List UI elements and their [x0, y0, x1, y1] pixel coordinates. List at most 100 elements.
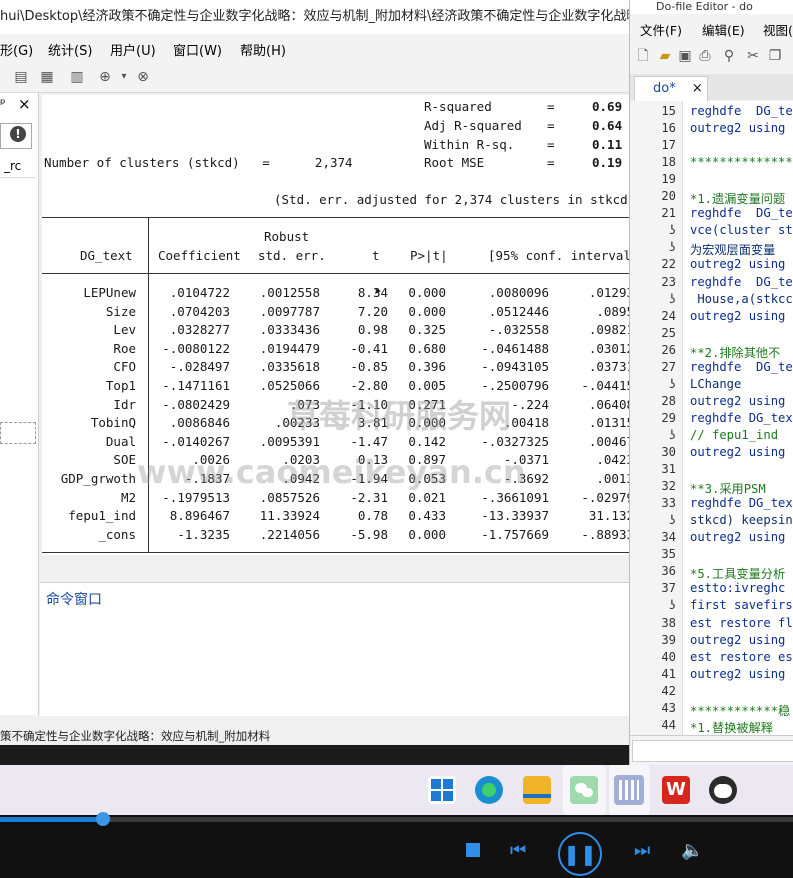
do-menu-edit[interactable]: 编辑(E) [702, 20, 745, 39]
code-line[interactable]: outreg2 using [690, 309, 785, 323]
col-header-depvar: DG_text [80, 248, 133, 263]
row-ci-low: -.032558 [488, 322, 549, 338]
code-line[interactable]: outreg2 using [690, 257, 785, 271]
row-ci-low: .0512446 [488, 303, 549, 319]
code-line[interactable]: reghdfe DG_te [690, 206, 793, 220]
code-line[interactable]: outreg2 using [690, 667, 785, 681]
code-line[interactable]: ************** [690, 155, 793, 169]
close-pane-icon[interactable]: × [18, 95, 31, 113]
code-line[interactable]: estto:ivreghc [690, 581, 785, 595]
code-line[interactable]: House,a(stkcc [690, 292, 792, 306]
code-line[interactable]: 为宏观层面变量 [690, 240, 775, 258]
code-line[interactable]: reghdfe DG_te [690, 275, 793, 289]
code-line[interactable]: outreg2 using [690, 633, 785, 647]
code-line[interactable]: vce(cluster st [690, 223, 793, 237]
row-ci-high: .00467 [588, 433, 634, 449]
code-line[interactable]: *1.遗漏变量问题 [690, 189, 785, 207]
code-line[interactable]: LChange [690, 377, 741, 391]
row-ci-high: 31.132 [588, 508, 634, 524]
stata-window-title: hui\Desktop\经济政策不确定性与企业数字化战略：效应与机制_附加材料\… [0, 9, 634, 24]
do-file-tab[interactable]: do* × [634, 76, 708, 101]
code-line[interactable]: outreg2 using [690, 445, 785, 459]
code-line[interactable]: outreg2 using [690, 530, 785, 544]
row-pvalue: 0.433 [408, 508, 446, 524]
row-variable: Size [105, 303, 136, 319]
line-number: 20 [661, 189, 676, 204]
row-ci-low: -.0943105 [481, 359, 549, 375]
code-line[interactable]: // fepu1_ind [690, 428, 778, 442]
code-line[interactable]: *1.替换被解释 [690, 718, 773, 735]
row-variable: M2 [120, 489, 136, 505]
selected-variable-row[interactable] [0, 422, 36, 444]
cut-icon[interactable]: ✂ [744, 47, 762, 65]
menu-graphics[interactable]: 形(G) [0, 40, 33, 59]
row-variable: Idr [113, 396, 136, 412]
code-line[interactable]: est restore fl [690, 616, 793, 630]
break-icon[interactable]: ⊗ [134, 68, 152, 86]
code-line[interactable]: ************稳 [690, 701, 790, 719]
code-line[interactable]: reghdfe DG_tex [690, 411, 793, 425]
find-icon[interactable]: ⚲ [720, 47, 738, 65]
line-number: 39 [661, 632, 676, 647]
file-explorer-icon[interactable] [523, 776, 551, 804]
menu-statistics[interactable]: 统计(S) [48, 40, 92, 59]
do-menu-file[interactable]: 文件(F) [640, 20, 682, 39]
code-line[interactable]: reghdfe DG_te [690, 104, 793, 118]
line-number: 40 [661, 649, 676, 664]
row-pvalue: 0.325 [408, 322, 446, 338]
print-icon[interactable]: ⎙ [696, 47, 714, 65]
command-window[interactable]: 命令窗口 [40, 582, 634, 716]
col-header-conf-interval: [95% conf. interval] [488, 248, 634, 263]
variables-manager-icon[interactable]: ▥ [68, 68, 86, 86]
windows-taskbar: W [0, 765, 793, 815]
stat-label: Root MSE [424, 155, 485, 170]
copy-icon[interactable]: ❐ [766, 47, 784, 65]
progress-handle[interactable] [96, 812, 111, 826]
row-coefficient: -.0802429 [162, 396, 230, 412]
code-line[interactable]: **2.排除其他不 [690, 343, 780, 361]
panda-app-icon[interactable] [709, 776, 737, 804]
do-editor-body[interactable]: 15 16 17 18 19 20 21 ʖ ʖ 22 23 ʖ 24 25 26 27 ʖ 28 29 ʖ 30 31 3… [630, 101, 793, 735]
code-line[interactable]: *5.工具变量分析 [690, 564, 785, 582]
row-pvalue: 0.000 [408, 526, 446, 542]
line-number: 42 [661, 683, 676, 698]
dropdown-icon[interactable]: ▾ [115, 68, 133, 86]
code-line[interactable]: est restore es [690, 650, 793, 664]
std-err-adjusted-line: (Std. err. adjusted for 2,374 clusters i… [274, 192, 628, 207]
row-ci-high: .09821 [588, 322, 634, 338]
progress-track[interactable] [0, 817, 793, 822]
row-t: -5.98 [350, 526, 388, 542]
code-line[interactable]: reghdfe DG_tex [690, 496, 793, 510]
next-icon[interactable]: ⏭ [634, 840, 650, 861]
video-player-controls [0, 815, 793, 878]
windows-start-icon[interactable] [428, 776, 456, 804]
code-line[interactable]: outreg2 using [690, 121, 785, 135]
volume-icon[interactable]: 🔈 [681, 840, 703, 861]
col-header-stderr: std. err. [258, 248, 326, 263]
menu-user[interactable]: 用户(U) [110, 40, 156, 59]
menu-help[interactable]: 帮助(H) [240, 40, 286, 59]
pause-button[interactable]: ❚❚ [558, 832, 602, 876]
data-browser-icon[interactable]: ▦ [38, 68, 56, 86]
previous-icon[interactable]: ⏮ [510, 840, 526, 861]
row-variable: GDP_grwoth [60, 471, 136, 486]
code-line[interactable]: **3.采用PSM [690, 479, 766, 497]
data-editor-icon[interactable]: ▤ [12, 68, 30, 86]
save-icon[interactable]: ▣ [676, 47, 694, 65]
wps-office-icon[interactable]: W [662, 776, 690, 804]
stop-icon[interactable] [466, 843, 480, 857]
code-line[interactable]: stkcd) keepsin [690, 513, 793, 527]
code-line[interactable]: outreg2 using [690, 394, 785, 408]
stat-label: Adj R-squared [424, 118, 522, 133]
more-icon[interactable]: ⊕ [96, 68, 114, 86]
code-line[interactable]: reghdfe DG_te [690, 360, 793, 374]
code-line[interactable]: first savefirs [690, 598, 793, 612]
stat-value: 0.11 [592, 137, 623, 152]
do-tab-close-icon[interactable]: × [692, 81, 703, 96]
new-file-icon[interactable]: 🗋 [634, 47, 652, 65]
menu-window[interactable]: 窗口(W) [173, 40, 222, 59]
edge-browser-icon[interactable] [475, 776, 503, 804]
open-folder-icon[interactable]: ▰ [656, 47, 674, 65]
do-menu-view[interactable]: 视图( [763, 20, 793, 39]
pin-icon[interactable]: ᵖ [0, 97, 6, 112]
